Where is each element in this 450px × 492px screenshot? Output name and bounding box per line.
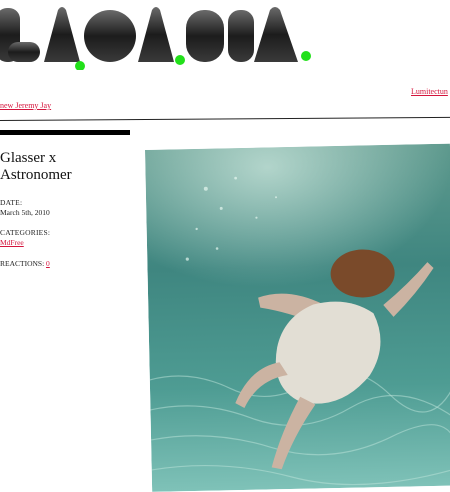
categories-value: MdFree (0, 238, 24, 247)
reactions-label: REACTIONS: (0, 259, 45, 268)
logo-dot (175, 55, 185, 65)
category-link[interactable]: MdFree (0, 238, 24, 247)
date-label: DATE: (0, 198, 23, 207)
logo-dot (301, 51, 311, 61)
post-title-line-2: Astronomer (0, 167, 72, 183)
sidebar-divider (0, 130, 130, 135)
date-value: March 5th, 2010 (0, 208, 50, 217)
site-logo[interactable] (0, 0, 320, 70)
header-divider (0, 116, 450, 121)
reactions-row: REACTIONS: 0 (0, 259, 50, 268)
nav-link-lumitectun[interactable]: Lumitectun (411, 87, 448, 96)
logo-dot (75, 61, 85, 70)
post-image-underwater-swimmer (145, 143, 450, 492)
post-title-line-1: Glasser x (0, 150, 57, 166)
nav-link-jeremy-jay[interactable]: new Jeremy Jay (0, 101, 51, 110)
categories-label: CATEGORIES: (0, 228, 51, 237)
reactions-count-link[interactable]: 0 (46, 259, 50, 268)
post-title: Glasser x Astronomer (0, 150, 130, 184)
